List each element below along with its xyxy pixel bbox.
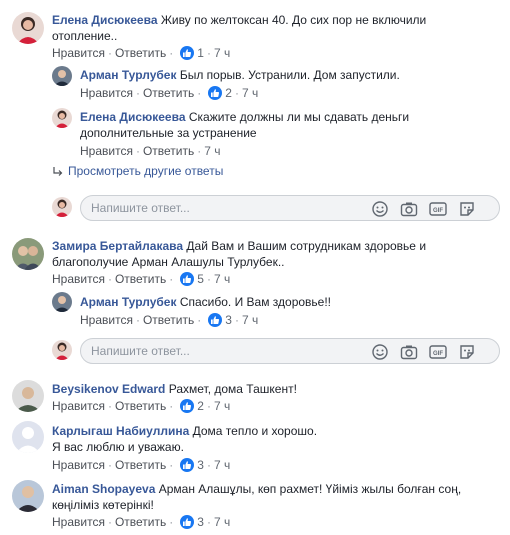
reply-arrow-icon <box>53 166 63 176</box>
comment-text: Замира Бертайлакава Дай Вам и Вашим сотр… <box>52 239 427 269</box>
camera-icon[interactable] <box>400 343 418 361</box>
emoji-icon[interactable] <box>371 343 389 361</box>
timestamp[interactable]: 7 ч <box>214 398 230 414</box>
like-count[interactable]: 2 <box>225 85 232 101</box>
comment-actions: Нравится · Ответить · 3 · 7 ч <box>52 514 231 530</box>
like-count[interactable]: 2 <box>197 398 204 414</box>
avatar[interactable] <box>12 238 44 270</box>
like-count[interactable]: 3 <box>225 312 232 328</box>
reply-button[interactable]: Ответить <box>143 85 194 101</box>
like-count[interactable]: 3 <box>197 514 204 530</box>
like-count[interactable]: 1 <box>197 45 204 61</box>
comment-author[interactable]: Aiman Shopayeva <box>52 482 155 496</box>
like-button[interactable]: Нравится <box>80 85 133 101</box>
comment-actions: Нравится · Ответить · 5 · 7 ч <box>52 271 231 287</box>
like-reaction-icon[interactable] <box>208 86 223 100</box>
reply-button[interactable]: Ответить <box>115 457 166 473</box>
comment-author[interactable]: Карлыгаш Набиуллина <box>52 424 189 438</box>
comment-text: Елена Дисюкеева Скажите должны ли мы сда… <box>80 110 410 140</box>
reply-button[interactable]: Ответить <box>115 271 166 287</box>
timestamp[interactable]: 7 ч <box>214 45 230 61</box>
avatar <box>52 197 72 217</box>
reply-input[interactable]: Напишите ответ... GIF <box>80 195 500 221</box>
gif-icon[interactable]: GIF <box>429 343 447 361</box>
avatar[interactable] <box>12 12 44 44</box>
camera-icon[interactable] <box>400 200 418 218</box>
avatar <box>52 340 72 360</box>
comment-author[interactable]: Арман Турлубек <box>80 295 176 309</box>
timestamp[interactable]: 7 ч <box>242 85 258 101</box>
like-reaction-icon[interactable] <box>180 272 195 286</box>
comment-text: Елена Дисюкеева Живу по желтоксан 40. До… <box>52 13 427 43</box>
comment-author[interactable]: Арман Турлубек <box>80 68 176 82</box>
comment-actions: Нравится · Ответить · 7 ч <box>80 143 221 159</box>
like-reaction-icon[interactable] <box>180 399 195 413</box>
like-button[interactable]: Нравится <box>52 45 105 61</box>
avatar[interactable] <box>52 108 72 128</box>
comment-actions: Нравится · Ответить · 1 · 7 ч <box>52 45 231 61</box>
comment-actions: Нравится · Ответить · 2 · 7 ч <box>80 85 259 101</box>
timestamp[interactable]: 7 ч <box>214 271 230 287</box>
comment-author[interactable]: Beysikenov Edward <box>52 382 165 396</box>
like-button[interactable]: Нравится <box>80 312 133 328</box>
reply-input[interactable]: Напишите ответ... GIF <box>80 338 500 364</box>
avatar[interactable] <box>52 292 72 312</box>
like-button[interactable]: Нравится <box>80 143 133 159</box>
like-reaction-icon[interactable] <box>180 46 195 60</box>
sticker-icon[interactable] <box>458 343 476 361</box>
comment-actions: Нравится · Ответить · 3 · 7 ч <box>52 457 231 473</box>
timestamp[interactable]: 7 ч <box>242 312 258 328</box>
timestamp[interactable]: 7 ч <box>214 457 230 473</box>
comment-actions: Нравится · Ответить · 3 · 7 ч <box>80 312 259 328</box>
sticker-icon[interactable] <box>458 200 476 218</box>
like-count[interactable]: 5 <box>197 271 204 287</box>
reply-button[interactable]: Ответить <box>115 398 166 414</box>
reply-placeholder: Напишите ответ... <box>91 344 190 358</box>
timestamp[interactable]: 7 ч <box>204 143 220 159</box>
svg-text:GIF: GIF <box>433 351 443 357</box>
comment-author[interactable]: Елена Дисюкеева <box>80 110 186 124</box>
like-reaction-icon[interactable] <box>180 458 195 472</box>
avatar[interactable] <box>12 480 44 512</box>
like-count[interactable]: 3 <box>197 457 204 473</box>
avatar[interactable] <box>12 421 44 453</box>
comment-actions: Нравится · Ответить · 2 · 7 ч <box>52 398 231 414</box>
gif-icon[interactable]: GIF <box>429 200 447 218</box>
comment-text: Карлыгаш Набиуллина Дома тепло и хорошо.… <box>52 424 318 454</box>
reply-button[interactable]: Ответить <box>143 312 194 328</box>
like-button[interactable]: Нравится <box>52 271 105 287</box>
like-button[interactable]: Нравится <box>52 398 105 414</box>
comment-text: Арман Турлубек Был порыв. Устранили. Дом… <box>80 68 400 82</box>
timestamp[interactable]: 7 ч <box>214 514 230 530</box>
comment-author[interactable]: Елена Дисюкеева <box>52 13 158 27</box>
like-reaction-icon[interactable] <box>180 515 195 529</box>
reply-button[interactable]: Ответить <box>115 514 166 530</box>
like-button[interactable]: Нравится <box>52 457 105 473</box>
avatar[interactable] <box>12 380 44 412</box>
svg-text:GIF: GIF <box>433 208 443 214</box>
like-button[interactable]: Нравится <box>52 514 105 530</box>
emoji-icon[interactable] <box>371 200 389 218</box>
comment-text: Арман Турлубек Спасибо. И Вам здоровье!! <box>80 295 332 309</box>
reply-placeholder: Напишите ответ... <box>91 201 190 215</box>
comment-text: Beysikenov Edward Рахмет, дома Ташкент! <box>52 382 297 396</box>
avatar[interactable] <box>52 66 72 86</box>
reply-button[interactable]: Ответить <box>115 45 166 61</box>
comment-author[interactable]: Замира Бертайлакава <box>52 239 183 253</box>
more-replies-link[interactable]: Просмотреть другие ответы <box>52 164 223 178</box>
comment-text: Aiman Shopayeva Арман Алашұлы, көп рахме… <box>52 482 462 512</box>
reply-button[interactable]: Ответить <box>143 143 194 159</box>
like-reaction-icon[interactable] <box>208 313 223 327</box>
